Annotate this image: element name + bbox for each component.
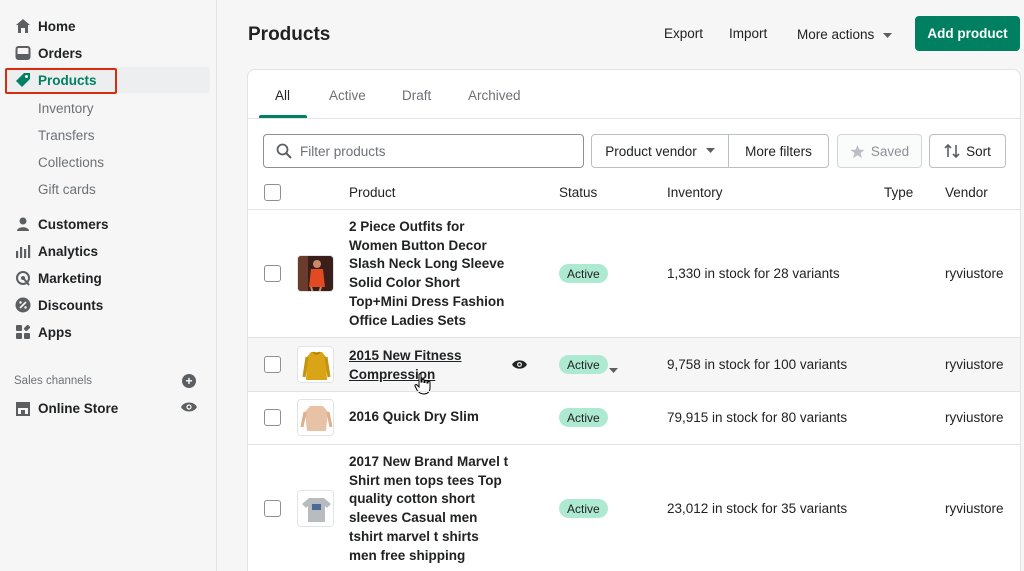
inbox-icon	[14, 44, 32, 62]
inventory-count: 9,758 in stock for 100 variants	[667, 357, 848, 372]
nav-products-label: Products	[38, 72, 97, 88]
status-badge: Active	[559, 264, 608, 283]
column-inventory[interactable]: Inventory	[667, 185, 723, 200]
product-vendor-label: Product vendor	[605, 143, 697, 159]
inventory-count: 79,915 in stock for 80 variants	[667, 410, 848, 425]
more-filters-button[interactable]: More filters	[728, 134, 829, 168]
sales-channels-title: Sales channels	[14, 375, 92, 387]
product-name-link[interactable]: 2017 New Brand Marvel t Shirt men tops t…	[349, 453, 509, 565]
product-thumbnail	[297, 490, 334, 527]
apps-grid-icon	[14, 323, 32, 341]
row-checkbox[interactable]	[264, 265, 281, 282]
nav-customers[interactable]: Customers	[6, 211, 210, 237]
row-divider	[248, 209, 1020, 210]
column-type[interactable]: Type	[884, 185, 913, 200]
tab-archived[interactable]: Archived	[468, 88, 521, 103]
nav-orders[interactable]: Orders	[6, 40, 210, 66]
row-divider	[248, 391, 1020, 392]
star-icon	[850, 144, 865, 159]
status-badge[interactable]: Active	[559, 355, 608, 374]
person-icon	[14, 215, 32, 233]
status-badge: Active	[559, 499, 608, 518]
vendor-name: ryviustore	[945, 266, 1004, 281]
tag-icon	[14, 71, 32, 89]
product-thumbnail	[297, 255, 334, 292]
nav-home-label: Home	[38, 18, 76, 34]
page-title: Products	[248, 24, 331, 45]
view-store-eye-icon[interactable]	[180, 400, 198, 417]
discount-icon	[14, 296, 32, 314]
sort-arrows-icon	[944, 143, 960, 159]
nav-analytics-label: Analytics	[38, 243, 99, 259]
more-actions-label: More actions	[797, 26, 875, 42]
select-all-checkbox[interactable]	[264, 184, 281, 201]
add-product-button[interactable]: Add product	[915, 16, 1020, 51]
products-card: All Active Draft Archived Product vendor…	[247, 69, 1021, 571]
vendor-name: ryviustore	[945, 357, 1004, 372]
nav-discounts-label: Discounts	[38, 297, 104, 313]
search-box[interactable]	[263, 134, 584, 168]
sort-button[interactable]: Sort	[929, 134, 1006, 168]
nav-customers-label: Customers	[38, 216, 109, 232]
store-icon	[14, 399, 32, 417]
bar-chart-icon	[14, 242, 32, 260]
sort-label: Sort	[966, 143, 991, 159]
preview-eye-icon[interactable]	[511, 358, 528, 374]
saved-button[interactable]: Saved	[837, 134, 922, 168]
column-vendor[interactable]: Vendor	[945, 185, 988, 200]
status-caret-down-icon[interactable]	[609, 362, 618, 377]
nav-collections[interactable]: Collections	[38, 155, 104, 170]
nav-analytics[interactable]: Analytics	[6, 238, 210, 264]
nav-apps-label: Apps	[38, 324, 72, 340]
export-button[interactable]: Export	[664, 26, 703, 41]
product-name-link[interactable]: 2016 Quick Dry Slim	[349, 408, 509, 427]
nav-marketing-label: Marketing	[38, 270, 102, 286]
nav-marketing[interactable]: Marketing	[6, 265, 210, 291]
more-actions-button[interactable]: More actions	[797, 26, 893, 42]
nav-orders-label: Orders	[38, 45, 83, 61]
nav-gift-cards[interactable]: Gift cards	[38, 182, 96, 197]
nav-transfers[interactable]: Transfers	[38, 128, 95, 143]
tabs-divider	[248, 118, 1020, 119]
row-checkbox[interactable]	[264, 500, 281, 517]
caret-down-icon	[705, 148, 715, 154]
status-badge: Active	[559, 408, 608, 427]
product-thumbnail	[297, 399, 334, 436]
tab-all[interactable]: All	[275, 88, 290, 103]
tab-draft[interactable]: Draft	[402, 88, 431, 103]
inventory-count: 23,012 in stock for 35 variants	[667, 501, 848, 516]
add-channel-plus-icon[interactable]: +	[182, 374, 196, 388]
tab-active[interactable]: Active	[329, 88, 366, 103]
row-checkbox[interactable]	[264, 356, 281, 373]
caret-down-icon	[883, 27, 893, 42]
vendor-name: ryviustore	[945, 501, 1004, 516]
nav-online-store-label: Online Store	[38, 400, 119, 416]
nav-home[interactable]: Home	[6, 13, 210, 39]
sidebar: Home Orders Products Inventory Transfers…	[0, 0, 217, 571]
import-button[interactable]: Import	[729, 26, 767, 41]
inventory-count: 1,330 in stock for 28 variants	[667, 266, 840, 281]
column-status[interactable]: Status	[559, 185, 597, 200]
nav-inventory[interactable]: Inventory	[38, 101, 94, 116]
nav-apps[interactable]: Apps	[6, 319, 210, 345]
row-checkbox[interactable]	[264, 409, 281, 426]
search-icon	[276, 143, 292, 159]
product-name-link[interactable]: 2 Piece Outfits for Women Button Decor S…	[349, 218, 509, 330]
search-input[interactable]	[300, 143, 570, 159]
target-icon	[14, 269, 32, 287]
saved-label: Saved	[870, 143, 910, 159]
column-product[interactable]: Product	[349, 185, 396, 200]
home-icon	[14, 17, 32, 35]
product-vendor-filter-button[interactable]: Product vendor	[591, 134, 729, 168]
hand-cursor-icon	[414, 373, 431, 398]
product-thumbnail	[297, 346, 334, 383]
vendor-name: ryviustore	[945, 410, 1004, 425]
nav-discounts[interactable]: Discounts	[6, 292, 210, 318]
nav-products[interactable]: Products	[6, 67, 210, 93]
row-divider	[248, 444, 1020, 445]
